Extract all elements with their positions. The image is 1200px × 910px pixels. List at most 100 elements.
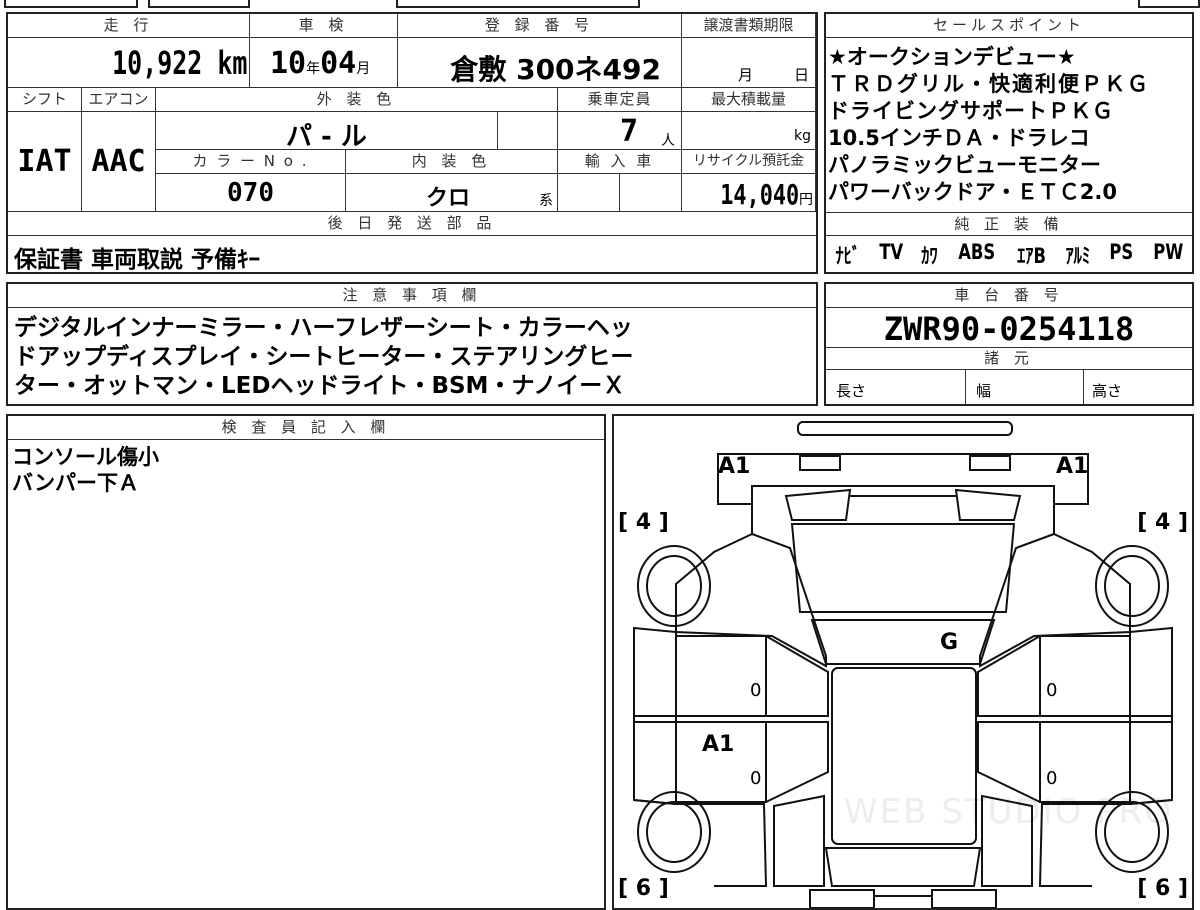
aircon-value: AAC	[91, 144, 146, 179]
tire-rear-left-label: [ 6 ]	[618, 876, 669, 901]
shift-header: シフト	[8, 88, 82, 112]
chassis-number: ZWR90-0254118	[883, 310, 1135, 348]
tire-front-left-label: [ 4 ]	[618, 510, 669, 535]
interior-cell: クロ 系	[346, 174, 558, 212]
color-no-header: カ ラ ー N o .	[156, 150, 346, 174]
inspection-year: 10	[270, 46, 307, 81]
deadline-day: 日	[793, 66, 809, 84]
door-front-left	[675, 635, 767, 717]
deadline-month: 月	[738, 66, 754, 84]
sales-line: パワーバックドア・ＥＴＣ2.0	[828, 180, 1117, 204]
capacity-value: 7	[620, 114, 639, 149]
deadline-header: 譲渡書類期限	[682, 14, 816, 38]
chassis-box: 車 台 番 号 ZWR90-0254118 諸 元 長さ 幅 高さ	[824, 282, 1194, 406]
watermark: WEB STUDIO PRO	[844, 792, 1174, 832]
equipment-header: 純 正 装 備	[826, 212, 1192, 236]
registration-header: 登 録 番 号	[398, 14, 682, 38]
sales-line: ドライビングサポートＰＫＧ	[828, 99, 1114, 123]
rear-bumper-right	[931, 889, 997, 908]
equipment-alloy: ｱﾙﾐ	[1065, 244, 1091, 268]
width-cell: 幅	[966, 370, 1084, 404]
rear-window	[824, 847, 982, 887]
inspector-header: 検 査 員 記 入 欄	[8, 416, 604, 440]
import-header: 輸 入 車	[558, 150, 682, 174]
sales-point-list: ★オークションデビュー★ ＴＲＤグリル・快適利便ＰＫＧ ドライビングサポートＰＫ…	[828, 44, 1150, 206]
mark-windshield: G	[940, 630, 959, 655]
mileage-header: 走 行	[8, 14, 250, 38]
length-label: 長さ	[836, 382, 867, 400]
exterior-color-value: パ - ル	[286, 122, 367, 150]
height-cell: 高さ	[1084, 370, 1192, 404]
inspection-cell: 10年04月	[250, 38, 398, 88]
year-unit: 年	[306, 61, 321, 77]
capacity-header: 乗車定員	[558, 88, 682, 112]
notes-line: ター・オットマン・LEDヘッドライト・BSM・ナノイーＸ	[14, 373, 626, 399]
sales-line: ★オークションデビュー★	[828, 45, 1076, 69]
hood-panel	[790, 523, 1016, 613]
month-unit: 月	[356, 61, 371, 77]
sales-line: ＴＲＤグリル・快適利便ＰＫＧ	[828, 72, 1150, 96]
mark-rear-door-left: A1	[702, 732, 735, 757]
color-no-value: 070	[227, 178, 274, 208]
shift-value: IAT	[17, 144, 72, 179]
notes-box: 注 意 事 項 欄 デジタルインナーミラー・ハーフレザーシート・カラーヘッ ドア…	[6, 282, 818, 406]
mileage-unit: km	[216, 44, 247, 82]
door-front-right	[1039, 635, 1131, 717]
width-label: 幅	[976, 382, 992, 400]
fender-left	[675, 504, 827, 668]
max-load-cell: kg	[682, 112, 816, 150]
delivery-header: 後 日 発 送 部 品	[8, 212, 816, 236]
deadline-cell: 月 日	[682, 38, 816, 88]
max-load-unit: kg	[794, 128, 811, 144]
delivery-parts: 保証書 車両取説 予備ｷｰ	[14, 247, 261, 273]
capacity-unit: 人	[661, 133, 675, 149]
headlight-left	[799, 455, 841, 471]
windshield	[810, 619, 996, 665]
registration-number: 倉敷 300ネ492	[450, 53, 661, 86]
color-no-cell: 070	[156, 174, 346, 212]
interior-header: 内 装 色	[346, 150, 558, 174]
equipment-airbag: ｴｱB	[1016, 244, 1046, 268]
spec-header: 諸 元	[826, 348, 1192, 370]
max-load-header: 最大積載量	[682, 88, 816, 112]
recycle-unit: 円	[799, 192, 813, 208]
aircon-cell: AAC	[82, 112, 156, 212]
notes-header: 注 意 事 項 欄	[8, 284, 816, 308]
mark-door-rr: 0	[1046, 768, 1058, 789]
vehicle-diagram	[633, 421, 1173, 908]
tire-rear-right-label: [ 6 ]	[1137, 876, 1188, 901]
mark-front-right: A1	[1056, 454, 1089, 479]
sales-point-box: セールスポイント ★オークションデビュー★ ＴＲＤグリル・快適利便ＰＫＧ ドライ…	[824, 12, 1194, 274]
mark-front-left: A1	[718, 454, 751, 479]
interior-value: クロ	[426, 186, 471, 211]
top-edge-strip	[0, 0, 1200, 8]
door-rear-right	[1039, 721, 1131, 803]
equipment-abs: ABS	[957, 240, 995, 264]
wheel-front-left	[637, 545, 711, 627]
mark-door-fr: 0	[1046, 680, 1058, 701]
vehicle-info-table: 走 行 車 検 登 録 番 号 譲渡書類期限 10,922 km 10年04 月 …	[6, 12, 818, 274]
notes-line: デジタルインナーミラー・ハーフレザーシート・カラーヘッ	[14, 315, 633, 341]
equipment-leather: ｶﾜ	[921, 244, 938, 268]
recycle-value: 14,040	[720, 178, 799, 211]
rear-bumper-left	[809, 889, 875, 908]
damage-diagram-box: [ 4 ] [ 4 ] [ 6 ] [ 6 ] A1 A1 G A1 0 0 0…	[612, 414, 1194, 910]
equipment-pw: PW	[1153, 240, 1184, 264]
notes-text: デジタルインナーミラー・ハーフレザーシート・カラーヘッ ドアップディスプレイ・シ…	[14, 314, 633, 401]
equipment-nav: ﾅﾋﾞ	[835, 244, 861, 268]
registration-cell: 倉敷 300ネ492	[398, 38, 682, 88]
exterior-header: 外 装 色	[156, 88, 558, 112]
height-label: 高さ	[1092, 382, 1123, 400]
inspector-line: コンソール傷小	[12, 445, 159, 469]
chassis-header: 車 台 番 号	[826, 284, 1192, 308]
inspector-line: バンパー下Ａ	[12, 471, 140, 495]
wheel-front-right	[1095, 545, 1169, 627]
aircon-header: エアコン	[82, 88, 156, 112]
rear-glass-left	[773, 794, 825, 887]
inspection-month: 04	[320, 46, 357, 81]
chassis-number-cell: ZWR90-0254118	[826, 308, 1192, 348]
equipment-tv: TV	[879, 240, 904, 264]
mileage-value: 10,922	[111, 44, 202, 82]
equipment-list: ﾅﾋﾞ TV ｶﾜ ABS ｴｱB ｱﾙﾐ PS PW	[832, 240, 1188, 270]
recycle-cell: 14,040円	[682, 174, 816, 212]
